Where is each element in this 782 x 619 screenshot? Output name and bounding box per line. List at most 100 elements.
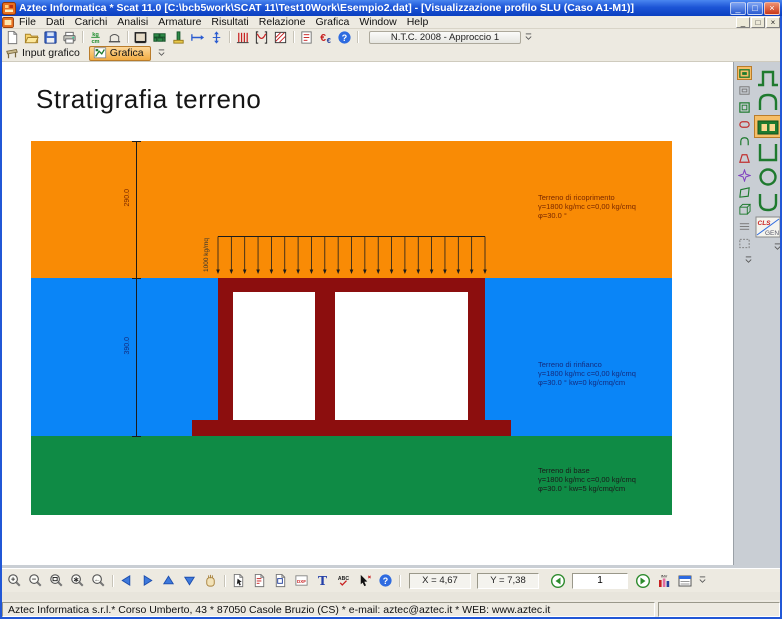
pick-doc-button[interactable] <box>228 571 249 591</box>
mini-trapezoid-red-button[interactable] <box>737 151 752 165</box>
mini-box-wire-button[interactable] <box>737 83 752 97</box>
mdi-restore-button[interactable]: □ <box>751 17 765 28</box>
drawing-title: Stratigrafia terreno <box>36 84 261 115</box>
shape-two-cell-button[interactable] <box>754 115 782 138</box>
zoom-prev-button[interactable]: ← <box>88 571 109 591</box>
section-tools-small-column <box>736 66 753 266</box>
mini-box-button[interactable] <box>737 66 752 80</box>
close-button[interactable]: × <box>764 2 780 15</box>
shape-u-channel-button[interactable] <box>754 140 782 163</box>
report-button[interactable] <box>297 30 316 45</box>
loads-arrow-icon <box>190 30 205 45</box>
t-section-button[interactable] <box>169 30 188 45</box>
mini-frame-green-button[interactable] <box>737 100 752 114</box>
menu-item-carichi[interactable]: Carichi <box>70 16 113 29</box>
maximize-button[interactable]: □ <box>747 2 763 15</box>
mini-oval-red-button[interactable] <box>737 117 752 131</box>
pan-left-button[interactable] <box>116 571 137 591</box>
pan-hand-button[interactable] <box>200 571 221 591</box>
toolbar-separator <box>112 575 113 587</box>
next-view-button[interactable] <box>632 571 653 591</box>
mini-stack-gray-button[interactable] <box>737 219 752 233</box>
text-tool-button[interactable]: T <box>312 571 333 591</box>
zoom-prev-icon: ← <box>91 573 106 588</box>
page-number-input[interactable]: 1 <box>572 573 628 589</box>
pan-right-button[interactable] <box>137 571 158 591</box>
loads-arrow-button[interactable] <box>188 30 207 45</box>
mini-quad-green-button[interactable] <box>737 185 752 199</box>
wall-geometry-button[interactable] <box>131 30 150 45</box>
dxf-button[interactable]: DXF <box>291 571 312 591</box>
standards-button[interactable] <box>105 30 124 45</box>
pan-up-icon <box>161 573 176 588</box>
menu-item-dati[interactable]: Dati <box>41 16 70 29</box>
pan-down-icon <box>182 573 197 588</box>
zoom-window-button[interactable] <box>46 571 67 591</box>
inner-column-overflow-button[interactable] <box>744 255 753 266</box>
toolbar-overflow-button[interactable] <box>523 31 534 44</box>
mdi-close-button[interactable]: × <box>766 17 780 28</box>
tab-input-grafico[interactable]: Input grafico <box>2 46 86 61</box>
menu-item-analisi[interactable]: Analisi <box>112 16 153 29</box>
zoom-extents-button[interactable]: ∗ <box>67 571 88 591</box>
zoom-in-button[interactable]: + <box>4 571 25 591</box>
profile-dims-button[interactable] <box>207 30 226 45</box>
help-button[interactable]: ? <box>335 30 354 45</box>
abc-tool-button[interactable]: ABC <box>333 571 354 591</box>
units-kgcm-button[interactable]: kgcm <box>86 30 105 45</box>
euro-button[interactable]: €€ <box>316 30 335 45</box>
mini-star-purple-button[interactable] <box>737 168 752 182</box>
envelope-diagram-button[interactable]: INV <box>653 571 674 591</box>
tab-grafica[interactable]: Grafica <box>89 46 151 61</box>
menu-item-window[interactable]: Window <box>354 16 401 29</box>
shape-open-top-button[interactable] <box>754 65 782 88</box>
section-hatch-button[interactable] <box>271 30 290 45</box>
pan-down-button[interactable] <box>179 571 200 591</box>
t-section-icon <box>171 30 186 45</box>
mini-cube-green-button[interactable] <box>737 202 752 216</box>
minimize-button[interactable]: _ <box>730 2 746 15</box>
mdi-minimize-button[interactable]: _ <box>736 17 750 28</box>
tabsbar-overflow-button[interactable] <box>156 47 167 60</box>
snap-cursor-button[interactable] <box>354 571 375 591</box>
design-code-value: N.T.C. 2008 - Approccio 1 <box>391 32 499 43</box>
cls-gen-button[interactable]: CLSGEN <box>754 215 782 238</box>
zoom-out-button[interactable]: − <box>25 571 46 591</box>
shape-arch-button[interactable] <box>754 90 782 113</box>
mini-dashed-box-button[interactable] <box>737 236 752 250</box>
export-dfz-icon <box>252 573 267 588</box>
bottombar-overflow-button[interactable] <box>697 574 708 587</box>
svg-text:∗: ∗ <box>73 575 79 584</box>
drawing-canvas[interactable]: Stratigrafia terreno 290.0 390.0 1000 kg… <box>0 62 734 565</box>
outer-column-overflow-button[interactable] <box>773 242 782 253</box>
window-layout-button[interactable] <box>674 571 695 591</box>
export-dfz-button[interactable] <box>249 571 270 591</box>
export-raster-button[interactable] <box>270 571 291 591</box>
view-toolbar: +−∗←DXFTABC? X = 4,67 Y = 7,38 1 INV <box>0 568 782 592</box>
help-button[interactable]: ? <box>375 571 396 591</box>
standards-icon <box>107 30 122 45</box>
previous-view-button[interactable] <box>547 571 568 591</box>
shape-circle-button[interactable] <box>754 165 782 188</box>
materials-bricks-button[interactable] <box>150 30 169 45</box>
menu-item-risultati[interactable]: Risultati <box>206 16 253 29</box>
menu-item-help[interactable]: Help <box>402 16 434 29</box>
open-folder-icon <box>24 30 39 45</box>
mini-arch-green-button[interactable] <box>737 134 752 148</box>
rebar-hatch-button[interactable] <box>233 30 252 45</box>
design-code-combo[interactable]: N.T.C. 2008 - Approccio 1 <box>369 31 521 44</box>
new-file-button[interactable] <box>3 30 22 45</box>
open-folder-button[interactable] <box>22 30 41 45</box>
menu-item-relazione[interactable]: Relazione <box>254 16 311 29</box>
save-button[interactable] <box>41 30 60 45</box>
pan-up-button[interactable] <box>158 571 179 591</box>
menu-item-file[interactable]: File <box>14 16 41 29</box>
menu-item-armature[interactable]: Armature <box>153 16 206 29</box>
print-setup-button[interactable] <box>60 30 79 45</box>
moment-diagram-button[interactable] <box>252 30 271 45</box>
annotation-base-soil: Terreno di base γ=1800 kg/mc c=0,00 kg/c… <box>538 466 636 493</box>
load-value-label: 1000 kg/mq <box>203 238 210 272</box>
moment-diagram-icon <box>254 30 269 45</box>
menu-item-grafica[interactable]: Grafica <box>310 16 354 29</box>
shape-horseshoe-button[interactable] <box>754 190 782 213</box>
